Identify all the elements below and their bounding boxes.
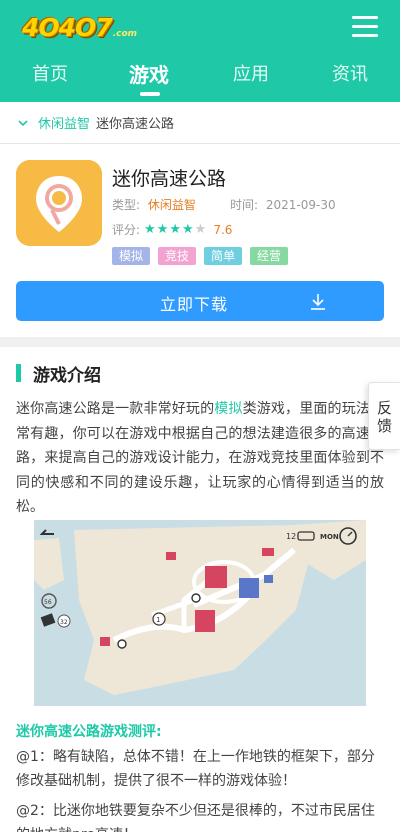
intro-text-part: 类游戏，里面的玩法非常有趣，你可以在游戏中根据自己的想法建造很多的高速公路，来提…	[16, 401, 384, 515]
feedback-button[interactable]: 反馈	[368, 382, 400, 450]
map-pin-road-icon	[16, 160, 102, 246]
review-item-1: @1：略有缺陷，总体不错！在上一作地铁的框架下，部分修改基础机制，提供了很不一样…	[16, 749, 375, 789]
main-nav: 首页 游戏 应用 资讯	[0, 56, 400, 102]
tag-1[interactable]: 竞技	[158, 247, 197, 265]
breadcrumb-current: 迷你高速公路	[96, 117, 175, 132]
hud-car-count: 12	[286, 532, 296, 541]
download-button[interactable]: 立即下载	[16, 281, 384, 321]
hamburger-menu-icon[interactable]	[352, 14, 378, 38]
hud-day: MON	[320, 533, 339, 541]
nav-tab-games[interactable]: 游戏	[129, 59, 169, 91]
feedback-label: 反馈	[376, 399, 392, 435]
star-icon: ★	[144, 221, 156, 237]
app-rating: 评分: ★ ★ ★ ★ ★ 7.6	[112, 221, 232, 238]
top-header: 4O4O7 .com 首页 游戏 应用 资讯	[0, 0, 400, 102]
download-arrow-icon	[311, 294, 325, 310]
rating-value: 7.6	[213, 222, 233, 237]
type-value[interactable]: 休闲益智	[148, 198, 196, 212]
star-icon: ★	[156, 221, 169, 237]
tag-2[interactable]: 简单	[204, 247, 243, 265]
nav-tab-news[interactable]: 资讯	[332, 60, 368, 92]
rating-label: 评分:	[112, 223, 141, 237]
intro-title: 游戏介绍	[33, 365, 101, 386]
tag-0[interactable]: 模拟	[112, 247, 151, 265]
heading-bar	[16, 364, 21, 382]
star-icon: ★	[182, 221, 194, 237]
breadcrumb-category[interactable]: 休闲益智	[38, 113, 90, 132]
app-time: 时间: 2021-09-30	[230, 196, 336, 213]
nav-tab-apps[interactable]: 应用	[233, 60, 269, 92]
rating-stars: ★ ★ ★ ★ ★	[144, 221, 207, 237]
intro-text: 迷你高速公路是一款非常好玩的模拟类游戏，里面的玩法非常有趣，你可以在游戏中根据自…	[16, 397, 384, 520]
section-divider	[0, 337, 400, 347]
star-icon: ★	[169, 221, 182, 237]
breadcrumb: 休闲益智 迷你高速公路	[0, 102, 400, 144]
logo-suffix: .com	[112, 29, 138, 39]
nav-tab-home[interactable]: 首页	[32, 60, 68, 92]
app-title: 迷你高速公路	[112, 168, 227, 190]
intro-text-part: 迷你高速公路是一款非常好玩的	[16, 401, 215, 417]
time-value: 2021-09-30	[265, 198, 336, 212]
active-tab-indicator	[140, 92, 160, 96]
star-icon: ★	[194, 221, 207, 237]
tag-3[interactable]: 经营	[250, 247, 289, 265]
app-icon	[16, 160, 102, 246]
intro-heading: 游戏介绍	[16, 363, 101, 386]
review-item-2: @2：比迷你地铁要复杂不少但还是很棒的，不过市民居住的地方就pre高速！	[16, 803, 375, 832]
intro-genre-link[interactable]: 模拟	[214, 401, 242, 417]
hud-badge-2: 32	[60, 619, 68, 626]
time-label: 时间:	[230, 198, 259, 212]
game-map-image: 12 MON 56 32 1	[34, 520, 366, 706]
chevron-down-icon	[18, 119, 28, 126]
download-label: 立即下载	[160, 295, 229, 314]
game-screenshot: 12 MON 56 32 1	[34, 520, 366, 706]
review-title: 迷你高速公路游戏测评:	[16, 724, 162, 740]
app-type: 类型: 休闲益智	[112, 196, 196, 213]
app-tags: 模拟 竞技 简单 经营	[112, 247, 296, 265]
type-label: 类型:	[112, 198, 141, 212]
hud-badge-1: 56	[44, 599, 52, 606]
logo-text: 4O4O7	[22, 12, 113, 42]
road-marker: 1	[156, 616, 160, 624]
site-logo[interactable]: 4O4O7 .com	[22, 12, 137, 42]
